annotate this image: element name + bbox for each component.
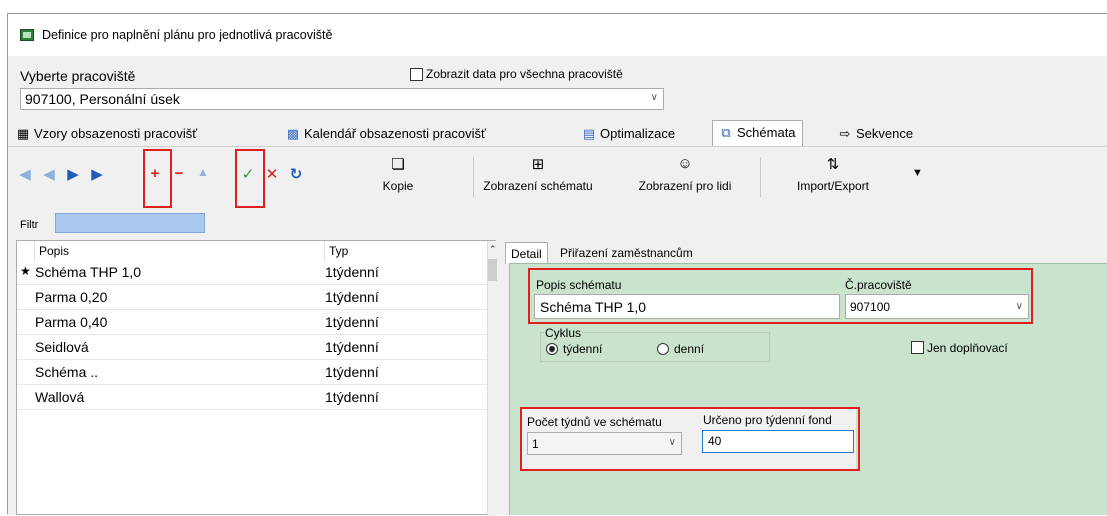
cyklus-tydenni-label: týdenní: [563, 342, 603, 356]
cell-popis: Wallová: [35, 389, 85, 405]
filter-input[interactable]: [55, 213, 205, 233]
dropdown-arrow-icon[interactable]: ▼: [912, 167, 923, 179]
cell-typ: 1týdenní: [325, 314, 379, 330]
scrollbar-thumb[interactable]: [488, 259, 497, 281]
next-record-button[interactable]: ▶: [62, 159, 84, 191]
move-up-button[interactable]: ▲: [192, 159, 214, 191]
vertical-scrollbar[interactable]: ⌃: [487, 241, 497, 516]
first-record-icon: ◀​: [19, 166, 31, 183]
separator: [473, 157, 474, 197]
separator: [760, 157, 761, 197]
last-record-icon: ▶​: [91, 166, 103, 183]
cyklus-label: Cyklus: [544, 326, 583, 340]
add-highlight: [143, 149, 172, 208]
column-header-typ[interactable]: Typ: [325, 241, 485, 261]
scroll-up-icon[interactable]: ⌃: [489, 244, 497, 255]
cell-popis: Schéma ..: [35, 364, 99, 380]
confirm-highlight: [235, 149, 265, 208]
refresh-icon: ↻: [289, 166, 303, 183]
table-row[interactable]: ★ Schéma THP 1,0 1týdenní: [17, 261, 487, 285]
column-header-popis[interactable]: Popis: [35, 241, 325, 261]
table-row[interactable]: Wallová 1týdenní: [17, 386, 487, 410]
previous-record-icon: ◀: [43, 166, 55, 183]
table-row[interactable]: Schéma .. 1týdenní: [17, 361, 487, 385]
workplace-select-value: 907100, Personální úsek: [25, 91, 180, 107]
tab-sekvence-label: Sekvence: [856, 126, 914, 141]
tab-schemata[interactable]: ⧉ Schémata: [712, 120, 803, 146]
table-row[interactable]: Parma 0,40 1týdenní: [17, 311, 487, 335]
refresh-button[interactable]: ↻: [285, 159, 307, 191]
next-record-icon: ▶: [67, 166, 79, 183]
window-body: Vyberte pracoviště Zobrazit data pro vše…: [8, 56, 1107, 516]
show-all-label: Zobrazit data pro všechna pracoviště: [426, 67, 623, 81]
workplace-label: Vyberte pracoviště: [20, 68, 136, 84]
smiley-icon: ☺: [677, 155, 693, 172]
cell-popis: Parma 0,20: [35, 289, 108, 305]
calendar-icon: ▩: [286, 126, 300, 141]
jen-doplnovaci-label: Jen doplňovací: [927, 341, 1008, 355]
detail-panel: Popis schématu Schéma THP 1,0 Č.pracoviš…: [509, 263, 1107, 515]
cell-typ: 1týdenní: [325, 289, 379, 305]
workplace-select[interactable]: 907100, Personální úsek ∨: [20, 88, 664, 110]
copy-label: Kopie: [382, 179, 414, 193]
show-people-button[interactable]: ☺ Zobrazení pro lidi: [630, 155, 740, 193]
tab-prirazeni[interactable]: Přiřazení zaměstnancům: [555, 242, 698, 264]
app-icon: [20, 29, 34, 41]
show-schema-label: Zobrazení schématu: [483, 179, 593, 193]
row-header-corner: [17, 241, 35, 261]
import-export-label: Import/Export: [796, 179, 870, 193]
cell-popis: Schéma THP 1,0: [35, 264, 142, 280]
filter-label: Filtr: [20, 219, 39, 231]
up-icon: ▲: [197, 165, 209, 179]
last-record-button[interactable]: ▶​: [86, 159, 108, 191]
show-schema-button[interactable]: ⊞ Zobrazení schématu: [483, 155, 593, 193]
tab-vzory-label: Vzory obsazenosti pracovišť: [34, 126, 198, 141]
tab-schemata-label: Schémata: [737, 125, 796, 140]
tab-detail[interactable]: Detail: [505, 242, 548, 264]
chevron-down-icon: ∨: [650, 92, 658, 103]
first-record-button[interactable]: ◀​: [14, 159, 36, 191]
cell-popis: Parma 0,40: [35, 314, 108, 330]
table-row[interactable]: Parma 0,20 1týdenní: [17, 286, 487, 310]
tab-vzory[interactable]: ▦ Vzory obsazenosti pracovišť: [16, 123, 197, 145]
optimize-icon: ▤: [582, 126, 596, 141]
schema-icon: ⧉: [721, 125, 731, 140]
copy-button[interactable]: ❏ Kopie: [374, 155, 422, 193]
import-export-button[interactable]: ⇅ Import/Export: [790, 155, 876, 193]
cell-typ: 1týdenní: [325, 264, 379, 280]
sequence-icon: ⇨: [839, 126, 851, 141]
tab-kalendar[interactable]: ▩ Kalendář obsazenosti pracovišť: [286, 123, 486, 145]
schema-view-icon: ⊞: [531, 156, 545, 173]
popis-highlight: [528, 268, 1033, 324]
show-all-checkbox[interactable]: [410, 68, 423, 81]
window-title: Definice pro naplnění plánu pro jednotli…: [42, 28, 333, 42]
jen-doplnovaci-checkbox[interactable]: [911, 341, 924, 354]
cell-typ: 1týdenní: [325, 389, 379, 405]
toolbar: ◀​ ◀ ▶ ▶​ + − ▲ ✓ ✕ ↻ ❏ Kopie ⊞ Zobrazen…: [8, 146, 1107, 212]
cyklus-denni-radio[interactable]: [657, 343, 669, 355]
schema-grid: Popis Typ ⌃ ★ Schéma THP 1,0 1týdenní Pa…: [16, 240, 497, 516]
cell-typ: 1týdenní: [325, 339, 379, 355]
current-row-marker: ★: [20, 264, 31, 278]
main-window: Definice pro naplnění plánu pro jednotli…: [7, 13, 1107, 516]
tab-optimalizace[interactable]: ▤ Optimalizace: [582, 123, 675, 145]
grid-icon: ▦: [16, 126, 30, 141]
table-row[interactable]: Seidlová 1týdenní: [17, 336, 487, 360]
cell-typ: 1týdenní: [325, 364, 379, 380]
import-export-icon: ⇅: [826, 156, 840, 173]
cyklus-denni-label: denní: [674, 342, 705, 356]
tab-sekvence[interactable]: ⇨ Sekvence: [838, 123, 914, 145]
cell-popis: Seidlová: [35, 339, 89, 355]
title-bar: Definice pro naplnění plánu pro jednotli…: [8, 14, 1107, 56]
copy-icon: ❏: [391, 156, 405, 173]
weeks-fund-highlight: [520, 407, 860, 471]
tab-kalendar-label: Kalendář obsazenosti pracovišť: [304, 126, 486, 141]
show-people-label: Zobrazení pro lidi: [638, 179, 732, 193]
tab-optimalizace-label: Optimalizace: [600, 126, 676, 141]
previous-record-button[interactable]: ◀: [38, 159, 60, 191]
cyklus-tydenni-radio[interactable]: [546, 343, 558, 355]
